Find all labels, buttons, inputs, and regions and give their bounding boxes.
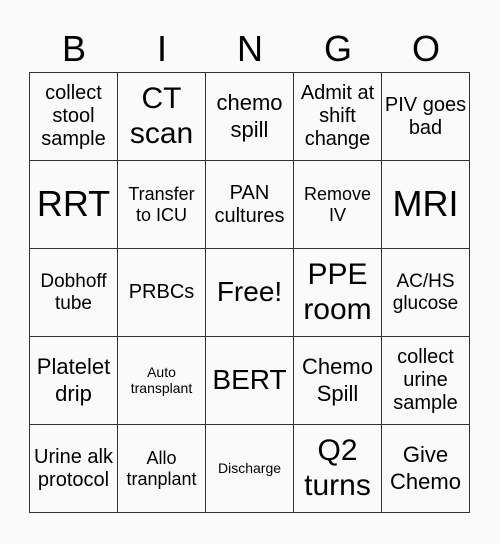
header-letter-n: N	[237, 28, 263, 69]
bingo-cell[interactable]: PAN cultures	[206, 161, 294, 249]
bingo-cell[interactable]: PPE room	[294, 249, 382, 337]
bingo-cell[interactable]: PIV goes bad	[382, 73, 470, 161]
bingo-cell[interactable]: CT scan	[118, 73, 206, 161]
bingo-cell[interactable]: Allo tranplant	[118, 425, 206, 513]
bingo-cell[interactable]: collect urine sample	[382, 337, 470, 425]
bingo-cell[interactable]: Platelet drip	[30, 337, 118, 425]
bingo-cell[interactable]: Give Chemo	[382, 425, 470, 513]
bingo-cell[interactable]: Transfer to ICU	[118, 161, 206, 249]
header-letter-o: O	[411, 28, 440, 69]
bingo-cell[interactable]: Auto transplant	[118, 337, 206, 425]
bingo-cell[interactable]: Dobhoff tube	[30, 249, 118, 337]
bingo-cell[interactable]: collect stool sample	[30, 73, 118, 161]
bingo-cell[interactable]: Chemo Spill	[294, 337, 382, 425]
free-space[interactable]: Free!	[206, 249, 294, 337]
bingo-card: collect stool sample CT scan chemo spill…	[29, 72, 470, 513]
bingo-cell[interactable]: Discharge	[206, 425, 294, 513]
bingo-cell[interactable]: Q2 turns	[294, 425, 382, 513]
header-letter-g: G	[323, 28, 352, 69]
bingo-cell[interactable]: BERT	[206, 337, 294, 425]
bingo-cell[interactable]: AC/HS glucose	[382, 249, 470, 337]
bingo-cell[interactable]: Remove IV	[294, 161, 382, 249]
bingo-cell[interactable]: chemo spill	[206, 73, 294, 161]
bingo-header: B I N G O	[30, 26, 470, 72]
bingo-cell[interactable]: PRBCs	[118, 249, 206, 337]
bingo-cell[interactable]: Admit at shift change	[294, 73, 382, 161]
bingo-cell[interactable]: Urine alk protocol	[30, 425, 118, 513]
header-letter-i: I	[156, 28, 167, 69]
header-letter-b: B	[61, 28, 86, 69]
bingo-cell[interactable]: MRI	[382, 161, 470, 249]
bingo-cell[interactable]: RRT	[30, 161, 118, 249]
